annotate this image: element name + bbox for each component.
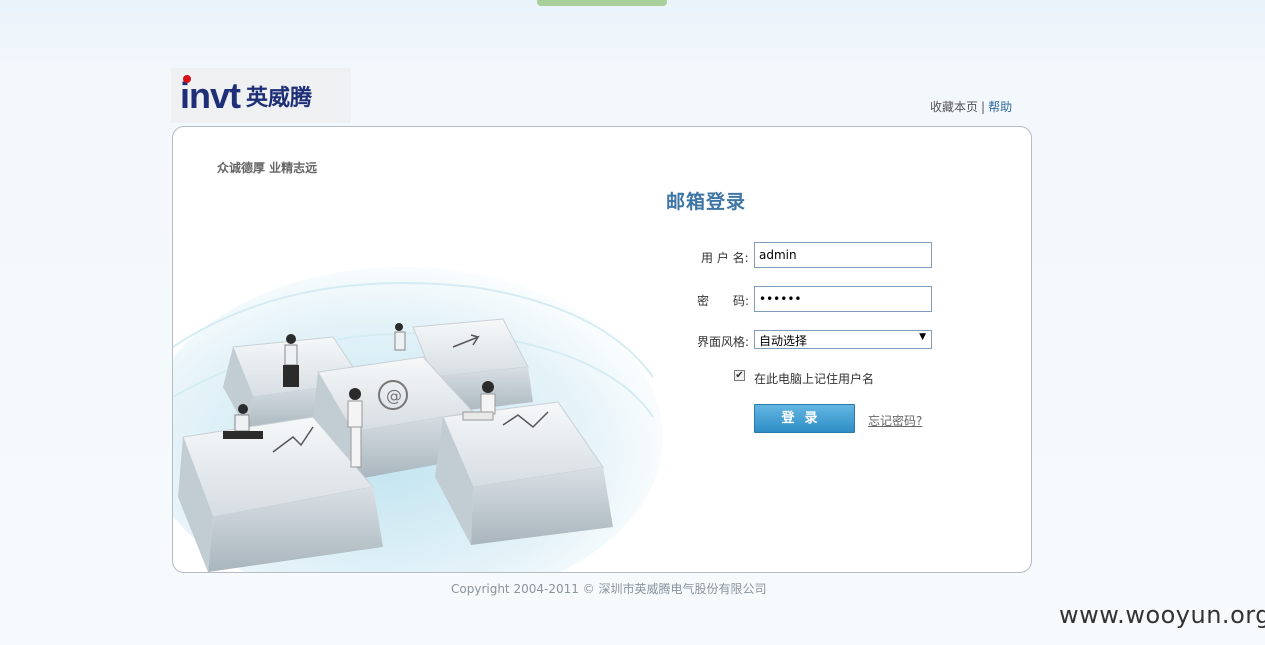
copyright-text: Copyright 2004-2011 © 深圳市英威腾电气股份有限公司 <box>451 582 767 596</box>
forgot-password-link[interactable]: 忘记密码? <box>868 412 922 429</box>
style-label: 界面风格: <box>697 335 750 349</box>
password-label: 密 码: <box>697 294 750 308</box>
login-button[interactable]: 登录 <box>754 404 855 433</box>
logo-dot <box>183 74 191 83</box>
keyboard-illustration: @ <box>173 267 663 572</box>
password-input[interactable]: •••••• <box>754 286 932 312</box>
logo-text-cn: 英威腾 <box>246 85 313 111</box>
company-logo: invt 英威腾 <box>171 68 351 123</box>
help-link[interactable]: 帮助 <box>988 100 1012 114</box>
logo-text-en: invt <box>180 74 241 116</box>
top-links: 收藏本页 | 帮助 <box>930 98 1012 115</box>
link-separator: | <box>981 100 986 114</box>
remember-checkbox[interactable]: ✔ <box>734 370 745 381</box>
watermark-text: www.wooyun.org <box>1059 601 1265 629</box>
bookmark-link[interactable]: 收藏本页 <box>930 100 978 114</box>
svg-text:@: @ <box>386 386 402 405</box>
chevron-down-icon: ▼ <box>919 332 926 342</box>
style-select-value: 自动选择 <box>759 334 808 348</box>
company-slogan: 众诚德厚 业精志远 <box>217 161 318 175</box>
top-tab-indicator <box>537 0 667 6</box>
login-panel: 众诚德厚 业精志远 @ 邮箱登录 用 户 名: admin 密 码: •••••… <box>172 126 1032 573</box>
username-label: 用 户 名: <box>701 251 749 265</box>
username-input[interactable]: admin <box>754 242 932 268</box>
login-title: 邮箱登录 <box>666 191 747 213</box>
remember-label: 在此电脑上记住用户名 <box>754 372 875 386</box>
style-select[interactable]: 自动选择 ▼ <box>754 330 932 349</box>
